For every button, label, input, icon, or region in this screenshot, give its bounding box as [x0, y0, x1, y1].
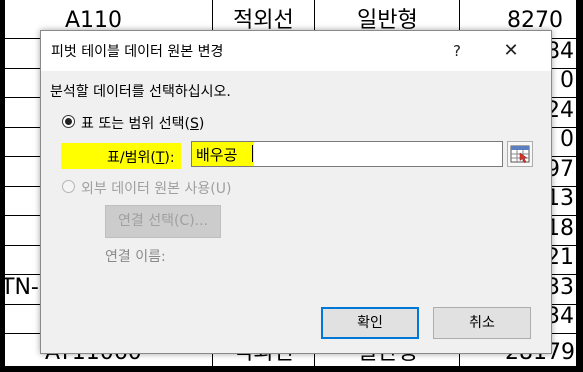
- table-range-label: 표/범위(T):: [107, 147, 175, 167]
- table-range-input[interactable]: 배우공: [191, 141, 503, 167]
- cancel-button[interactable]: 취소: [433, 307, 531, 339]
- label-text: 표/범위(: [107, 150, 156, 166]
- label-text: ):: [164, 150, 175, 166]
- sheet-cell: 0: [560, 127, 574, 152]
- sheet-cell: 0: [560, 68, 574, 93]
- choose-connection-button[interactable]: 연결 선택(C)...: [105, 205, 221, 238]
- ok-button[interactable]: 확인: [321, 307, 419, 339]
- dialog-titlebar[interactable]: 피벗 테이블 데이터 원본 변경 ? ✕: [41, 31, 551, 71]
- radio-external-source-label[interactable]: 외부 데이터 원본 사용(U): [81, 178, 231, 198]
- range-select-icon: [510, 145, 530, 164]
- help-button[interactable]: ?: [445, 39, 469, 63]
- accelerator-key: S: [189, 116, 199, 132]
- table-range-value: 배우공: [196, 146, 238, 164]
- instruction-text: 분석할 데이터를 선택하십시오.: [50, 84, 231, 100]
- label-text: 표 또는 범위 선택(: [81, 116, 190, 132]
- radio-select-table-range[interactable]: [62, 115, 75, 128]
- dialog-title: 피벗 테이블 데이터 원본 변경: [51, 44, 224, 60]
- connection-name-label: 연결 이름:: [105, 249, 166, 265]
- change-pivot-data-source-dialog: 피벗 테이블 데이터 원본 변경 ? ✕ 분석할 데이터를 선택하십시오. 표 …: [40, 30, 552, 354]
- label-text: ): [198, 116, 205, 132]
- radio-external-source[interactable]: [62, 180, 75, 193]
- range-picker-button[interactable]: [507, 141, 533, 167]
- radio-select-table-range-label[interactable]: 표 또는 범위 선택(S): [81, 113, 204, 133]
- text-caret: [252, 145, 253, 162]
- close-button[interactable]: ✕: [499, 39, 523, 63]
